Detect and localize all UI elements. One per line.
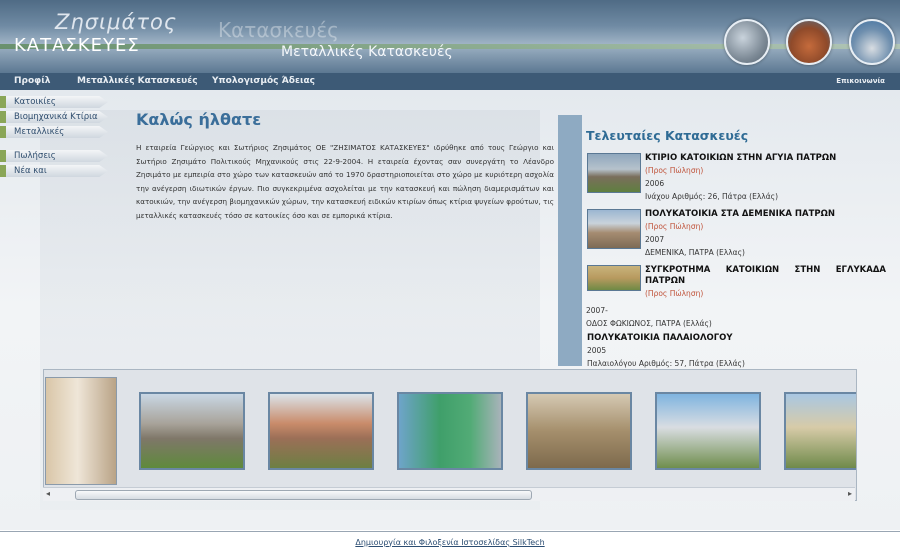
nav-contact[interactable]: Επικοινωνία xyxy=(836,77,885,85)
project-year: 2007 xyxy=(645,235,665,244)
header-photo-warehouse xyxy=(849,19,895,65)
gallery-photo-warehouse[interactable] xyxy=(397,392,503,470)
project-sale-label: (Προς Πώληση) xyxy=(645,222,704,231)
nav-profile[interactable]: Προφίλ xyxy=(14,76,50,86)
top-nav: Προφίλ Μεταλλικές Κατασκευές Υπολογισμός… xyxy=(0,73,900,90)
project-title[interactable]: ΣΥΓΚΡΟΤΗΜΑ ΚΑΤΟΙΚΙΩΝ ΣΤΗΝ ΕΓΛΥΚΑΔΑ ΠΑΤΡΩ… xyxy=(645,265,886,287)
main-content: Καλώς ήλθατε Η εταιρεία Γεώργιος και Σωτ… xyxy=(136,110,554,223)
footer-credit-link[interactable]: Δημιουργία και Φιλοξενία Ιστοσελίδας Sil… xyxy=(0,538,900,547)
gallery-photo-bathroom[interactable] xyxy=(45,377,117,485)
header-photo-building xyxy=(786,19,832,65)
project-sale-label: (Προς Πώληση) xyxy=(645,166,704,175)
project-thumbnail[interactable] xyxy=(587,153,641,193)
scrollbar-thumb[interactable] xyxy=(75,490,532,500)
sidebar-item-news[interactable]: Νέα και Ανακοινώσεις xyxy=(0,165,108,177)
gallery-photo-foundation[interactable] xyxy=(526,392,632,470)
header-subtitle: Μεταλλικές Κατασκευές xyxy=(281,44,453,60)
nav-permit-calc[interactable]: Υπολογισμός Άδειας xyxy=(212,76,315,86)
project-thumbnail[interactable] xyxy=(587,209,641,249)
project-address: ΔΕΜΕΝΙΚΑ, ΠΑΤΡΑ (Ελλας) xyxy=(645,248,745,257)
gallery-scrollbar[interactable]: ◂ ▸ xyxy=(43,487,855,501)
header-photo-steel xyxy=(724,19,770,65)
sidebar: Κατοικίες Βιομηχανικά Κτίρια Μεταλλικές … xyxy=(0,96,110,180)
header-ghost-title: Κατασκευές xyxy=(218,18,339,42)
sidebar-item-sales[interactable]: Πωλήσεις xyxy=(0,150,108,162)
footer-divider xyxy=(0,531,900,532)
photo-gallery xyxy=(43,369,857,501)
sidebar-item-residences[interactable]: Κατοικίες xyxy=(0,96,108,108)
project-address: Ινάχου Αριθμός: 26, Πάτρα (Ελλάς) xyxy=(645,192,778,201)
recent-title: Τελευταίες Κατασκευές xyxy=(586,128,749,143)
welcome-text: Η εταιρεία Γεώργιος και Σωτήριος Ζησιμάτ… xyxy=(136,143,554,220)
gallery-photo-villa[interactable] xyxy=(655,392,761,470)
project-address: ΟΔΟΣ ΦΩΚΙΩΝΟΣ, ΠΑΤΡΑ (Ελλάς) xyxy=(586,319,712,328)
gallery-photo-residence[interactable] xyxy=(784,392,856,470)
logo-tagline[interactable]: ΚΑΤΑΣΚΕΥΕΣ xyxy=(14,35,140,56)
project-sale-label: (Προς Πώληση) xyxy=(645,289,704,298)
list-item: ΠΟΛΥΚΑΤΟΙΚΙΑ ΣΤΑ ΔΕΜΕΝΙΚΑ ΠΑΤΡΩΝ (Προς Π… xyxy=(586,209,886,259)
scroll-right-icon[interactable]: ▸ xyxy=(848,489,852,498)
project-year: 2007- xyxy=(586,306,608,315)
gallery-photo-construction[interactable] xyxy=(139,392,245,470)
scroll-left-icon[interactable]: ◂ xyxy=(46,489,50,498)
sidebar-item-industrial[interactable]: Βιομηχανικά Κτίρια xyxy=(0,111,108,123)
list-item: ΚΤΙΡΙΟ ΚΑΤΟΙΚΙΩΝ ΣΤΗΝ ΑΓΥΙΑ ΠΑΤΡΩΝ (Προς… xyxy=(586,153,886,203)
recent-panel-bar xyxy=(558,115,582,366)
list-item: ΣΥΓΚΡΟΤΗΜΑ ΚΑΤΟΙΚΙΩΝ ΣΤΗΝ ΕΓΛΥΚΑΔΑ ΠΑΤΡΩ… xyxy=(586,265,886,300)
site-header: Ζησιμάτος ΚΑΤΑΣΚΕΥΕΣ Κατασκευές Μεταλλικ… xyxy=(0,0,900,73)
project-thumbnail[interactable] xyxy=(587,265,641,291)
project-title[interactable]: ΠΟΛΥΚΑΤΟΙΚΙΑ ΠΑΛΑΙΟΛΟΓΟΥ xyxy=(587,333,886,344)
page-title: Καλώς ήλθατε xyxy=(136,110,262,129)
nav-metal-constructions[interactable]: Μεταλλικές Κατασκευές xyxy=(77,76,198,86)
sidebar-item-metal[interactable]: Μεταλλικές Κατασκευές xyxy=(0,126,108,138)
project-title[interactable]: ΠΟΛΥΚΑΤΟΙΚΙΑ ΣΤΑ ΔΕΜΕΝΙΚΑ ΠΑΤΡΩΝ xyxy=(645,209,886,220)
recent-constructions: Τελευταίες Κατασκευές ΚΤΙΡΙΟ ΚΑΤΟΙΚΙΩΝ Σ… xyxy=(586,128,886,383)
project-year: 2005 xyxy=(587,346,607,355)
project-year: 2006 xyxy=(645,179,665,188)
logo-name[interactable]: Ζησιμάτος xyxy=(55,10,177,34)
project-title[interactable]: ΚΤΙΡΙΟ ΚΑΤΟΙΚΙΩΝ ΣΤΗΝ ΑΓΥΙΑ ΠΑΤΡΩΝ xyxy=(645,153,886,164)
gallery-photo-house[interactable] xyxy=(268,392,374,470)
